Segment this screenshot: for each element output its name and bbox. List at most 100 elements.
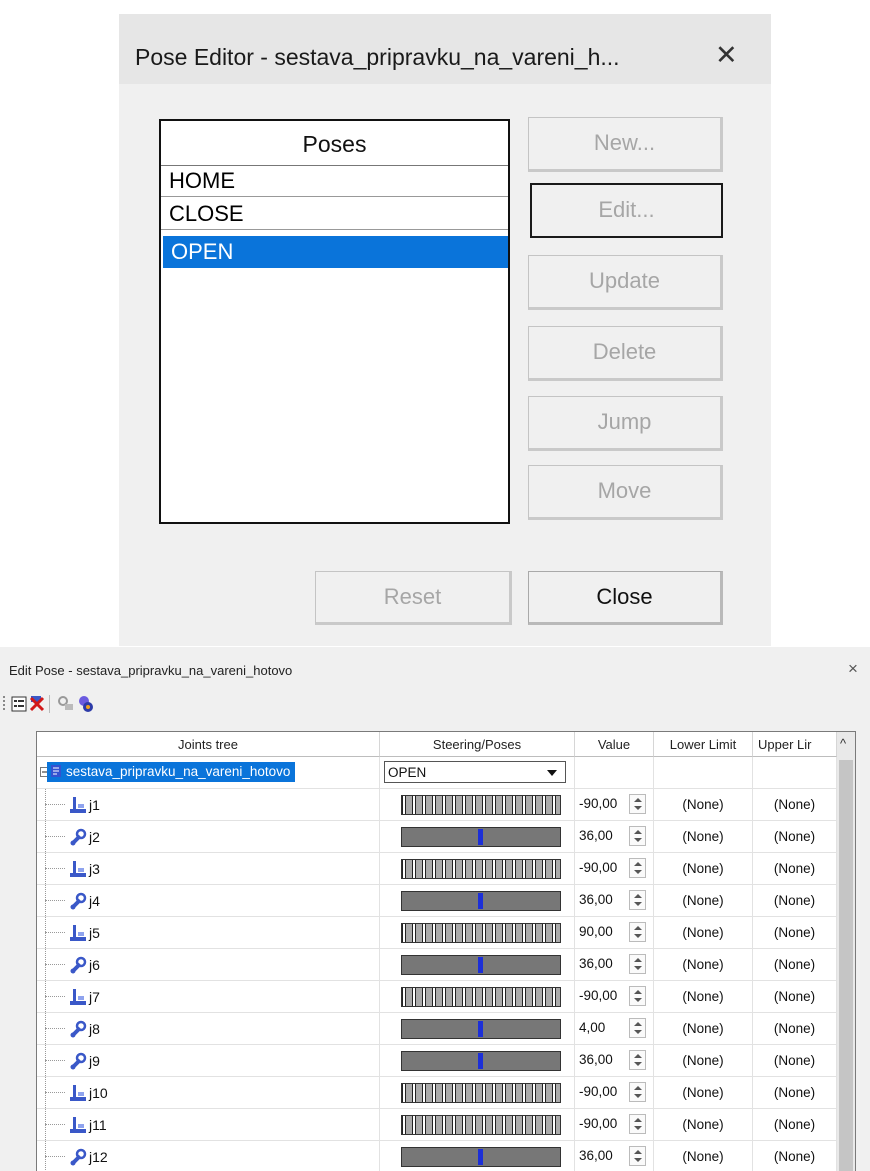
joint-slider[interactable]	[401, 987, 561, 1007]
move-button[interactable]: Move	[528, 465, 723, 520]
joint-dependency-icon[interactable]	[56, 694, 76, 714]
joint-row[interactable]: j8 4,00 (None) (None)	[37, 1013, 837, 1045]
pose-item-open[interactable]: OPEN	[163, 236, 508, 268]
joint-value-input[interactable]: 36,00	[579, 1148, 623, 1163]
column-header-upper-limit[interactable]: Upper Lir	[753, 732, 837, 757]
pose-dropdown[interactable]: OPEN	[384, 761, 566, 783]
close-icon[interactable]: ✕	[715, 40, 738, 71]
joint-slider[interactable]	[401, 859, 561, 879]
joint-lower-limit[interactable]: (None)	[654, 789, 753, 821]
root-selection[interactable]: sestava_pripravku_na_vareni_hotovo	[47, 762, 296, 782]
scrollbar-thumb[interactable]	[839, 760, 853, 1171]
joint-slider[interactable]	[401, 827, 561, 847]
spinner-icon[interactable]	[629, 890, 646, 910]
joint-name-cell[interactable]: j9	[37, 1045, 380, 1077]
column-header-joints-tree[interactable]: Joints tree	[37, 732, 380, 757]
jump-to-pose-icon[interactable]	[76, 694, 96, 714]
joint-name-cell[interactable]: j10	[37, 1077, 380, 1109]
joint-row[interactable]: j12 36,00 (None) (None)	[37, 1141, 837, 1171]
joint-slider[interactable]	[401, 1147, 561, 1167]
pose-item-close[interactable]: CLOSE	[161, 198, 508, 230]
joint-lower-limit[interactable]: (None)	[654, 917, 753, 949]
joint-value-input[interactable]: 36,00	[579, 956, 623, 971]
update-button[interactable]: Update	[528, 255, 723, 310]
joint-lower-limit[interactable]: (None)	[654, 1013, 753, 1045]
joint-row[interactable]: j7 -90,00 (None) (None)	[37, 981, 837, 1013]
properties-icon[interactable]	[9, 694, 29, 714]
column-header-steering[interactable]: Steering/Poses	[380, 732, 575, 757]
joint-value-input[interactable]: -90,00	[579, 1084, 623, 1099]
joint-value-input[interactable]: -90,00	[579, 988, 623, 1003]
spinner-icon[interactable]	[629, 1018, 646, 1038]
spinner-icon[interactable]	[629, 794, 646, 814]
new-button[interactable]: New...	[528, 117, 723, 172]
joint-value-input[interactable]: 4,00	[579, 1020, 623, 1035]
jump-button[interactable]: Jump	[528, 396, 723, 451]
scroll-up-icon[interactable]: ^	[840, 737, 846, 751]
joint-lower-limit[interactable]: (None)	[654, 1109, 753, 1141]
joint-name-cell[interactable]: j1	[37, 789, 380, 821]
joint-upper-limit[interactable]: (None)	[753, 821, 837, 853]
close-icon[interactable]: ×	[848, 659, 858, 679]
joint-name-cell[interactable]: j11	[37, 1109, 380, 1141]
joint-value-input[interactable]: 36,00	[579, 1052, 623, 1067]
joint-slider[interactable]	[401, 891, 561, 911]
joint-value-input[interactable]: -90,00	[579, 796, 623, 811]
joint-row[interactable]: j4 36,00 (None) (None)	[37, 885, 837, 917]
joint-name-cell[interactable]: j3	[37, 853, 380, 885]
joint-upper-limit[interactable]: (None)	[753, 1013, 837, 1045]
joint-value-input[interactable]: -90,00	[579, 860, 623, 875]
joint-lower-limit[interactable]: (None)	[654, 821, 753, 853]
joint-lower-limit[interactable]: (None)	[654, 981, 753, 1013]
column-header-value[interactable]: Value	[575, 732, 654, 757]
joint-lower-limit[interactable]: (None)	[654, 885, 753, 917]
root-name-cell[interactable]: sestava_pripravku_na_vareni_hotovo	[37, 757, 380, 789]
spinner-icon[interactable]	[629, 922, 646, 942]
spinner-icon[interactable]	[629, 858, 646, 878]
spinner-icon[interactable]	[629, 1050, 646, 1070]
joint-row[interactable]: j3 -90,00 (None) (None)	[37, 853, 837, 885]
joint-lower-limit[interactable]: (None)	[654, 853, 753, 885]
joint-row[interactable]: j10 -90,00 (None) (None)	[37, 1077, 837, 1109]
joint-upper-limit[interactable]: (None)	[753, 1077, 837, 1109]
joint-name-cell[interactable]: j4	[37, 885, 380, 917]
joint-value-input[interactable]: -90,00	[579, 1116, 623, 1131]
slider-thumb[interactable]	[478, 1149, 483, 1165]
toolbar-grip[interactable]	[3, 696, 5, 712]
spinner-icon[interactable]	[629, 1114, 646, 1134]
slider-thumb[interactable]	[478, 1053, 483, 1069]
joint-upper-limit[interactable]: (None)	[753, 949, 837, 981]
spinner-icon[interactable]	[629, 986, 646, 1006]
joint-slider[interactable]	[401, 1051, 561, 1071]
joint-row[interactable]: j6 36,00 (None) (None)	[37, 949, 837, 981]
joint-lower-limit[interactable]: (None)	[654, 1077, 753, 1109]
column-header-lower-limit[interactable]: Lower Limit	[654, 732, 753, 757]
joint-slider[interactable]	[401, 1019, 561, 1039]
joint-row[interactable]: j1 -90,00 (None) (None)	[37, 789, 837, 821]
vertical-scrollbar[interactable]: ^	[837, 732, 855, 1171]
joint-upper-limit[interactable]: (None)	[753, 917, 837, 949]
joint-name-cell[interactable]: j7	[37, 981, 380, 1013]
pose-item-home[interactable]: HOME	[161, 165, 508, 197]
joint-row[interactable]: j11 -90,00 (None) (None)	[37, 1109, 837, 1141]
joint-name-cell[interactable]: j5	[37, 917, 380, 949]
joint-slider[interactable]	[401, 1083, 561, 1103]
poses-list[interactable]: Poses HOME CLOSE OPEN	[159, 119, 510, 524]
joint-upper-limit[interactable]: (None)	[753, 981, 837, 1013]
joint-name-cell[interactable]: j2	[37, 821, 380, 853]
joint-row[interactable]: j2 36,00 (None) (None)	[37, 821, 837, 853]
joint-lower-limit[interactable]: (None)	[654, 949, 753, 981]
joint-name-cell[interactable]: j12	[37, 1141, 380, 1171]
joint-value-input[interactable]: 90,00	[579, 924, 623, 939]
slider-thumb[interactable]	[478, 829, 483, 845]
spinner-icon[interactable]	[629, 954, 646, 974]
reset-button[interactable]: Reset	[315, 571, 512, 625]
slider-thumb[interactable]	[478, 957, 483, 973]
joint-upper-limit[interactable]: (None)	[753, 853, 837, 885]
joint-slider[interactable]	[401, 1115, 561, 1135]
close-button[interactable]: Close	[528, 571, 723, 625]
joint-upper-limit[interactable]: (None)	[753, 1141, 837, 1171]
joint-slider[interactable]	[401, 923, 561, 943]
joint-name-cell[interactable]: j8	[37, 1013, 380, 1045]
joint-upper-limit[interactable]: (None)	[753, 1109, 837, 1141]
